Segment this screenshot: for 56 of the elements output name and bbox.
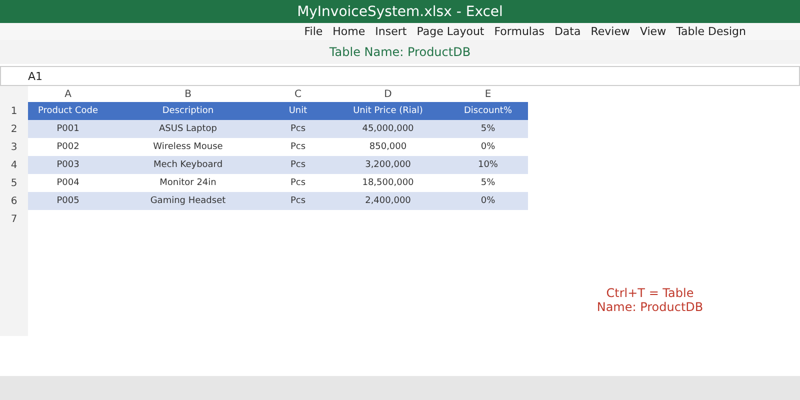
menu-item[interactable]: Insert: [375, 25, 407, 38]
table-cell-text: Monitor 24in: [158, 177, 218, 190]
column-header: Discount%: [462, 105, 514, 118]
column-header: Product Code: [36, 105, 100, 118]
table-cell-text: Mech Keyboard: [152, 159, 224, 172]
table-cell-text: Wireless Mouse: [152, 141, 224, 154]
table-cell-text: Pcs: [289, 195, 307, 208]
table-cell-text: 2,400,000: [364, 195, 412, 208]
table-cell-text: 10%: [476, 159, 499, 172]
table-cell-text: 3,200,000: [364, 159, 412, 172]
table-cell-text: Pcs: [289, 141, 307, 154]
menu-item[interactable]: View: [640, 25, 666, 38]
menu-item[interactable]: Review: [590, 25, 630, 38]
table-cell-text: 0%: [480, 195, 496, 208]
column-letter: E: [484, 88, 492, 102]
row-number: 4: [10, 158, 18, 172]
column-header: Unit: [288, 105, 308, 118]
table-cell-text: Gaming Headset: [149, 195, 227, 208]
column-header: Description: [161, 105, 215, 118]
menu-item[interactable]: Home: [332, 25, 366, 38]
column-letter: B: [184, 88, 192, 102]
table-cell-text: P004: [56, 177, 80, 190]
name-box[interactable]: A1: [0, 66, 800, 86]
table-cell-text: P005: [56, 195, 80, 208]
table-cell-text: P003: [56, 159, 80, 172]
table-cell-text: Pcs: [289, 123, 307, 136]
column-letter: C: [294, 88, 302, 102]
menu-item[interactable]: File: [304, 25, 323, 38]
row-number: 5: [10, 176, 18, 190]
table-cell-text: 850,000: [368, 141, 408, 154]
annotation-text: Name: ProductDB: [596, 300, 704, 314]
table-cell-text: 5%: [480, 177, 496, 190]
column-letter: D: [383, 88, 393, 102]
row-number: 7: [10, 212, 18, 226]
row-number: 6: [10, 194, 18, 208]
menu-item[interactable]: Data: [554, 25, 581, 38]
row-number: 2: [10, 122, 18, 136]
table-cell-text: 45,000,000: [361, 123, 415, 136]
row-number: 1: [10, 104, 18, 118]
window-title: MyInvoiceSystem.xlsx - Excel: [297, 4, 503, 20]
table-cell-text: 5%: [480, 123, 496, 136]
table-cell-text: Pcs: [289, 159, 307, 172]
table-cell-text: 18,500,000: [361, 177, 415, 190]
table-name-label: Table Name: ProductDB: [329, 45, 471, 59]
column-letter: A: [64, 88, 72, 102]
table-cell-text: 0%: [480, 141, 496, 154]
table-cell-text: ASUS Laptop: [158, 123, 218, 136]
menu-item[interactable]: Formulas: [494, 25, 544, 38]
annotation-text: Ctrl+T = Table: [606, 286, 694, 300]
menu-item[interactable]: Page Layout: [416, 25, 484, 38]
row-number: 3: [10, 140, 18, 154]
table-cell-text: P002: [56, 141, 80, 154]
table-cell-text: Pcs: [289, 177, 307, 190]
menu-item[interactable]: Table Design: [676, 25, 746, 38]
table-cell-text: P001: [56, 123, 80, 136]
column-header: Unit Price (Rial): [352, 105, 424, 118]
